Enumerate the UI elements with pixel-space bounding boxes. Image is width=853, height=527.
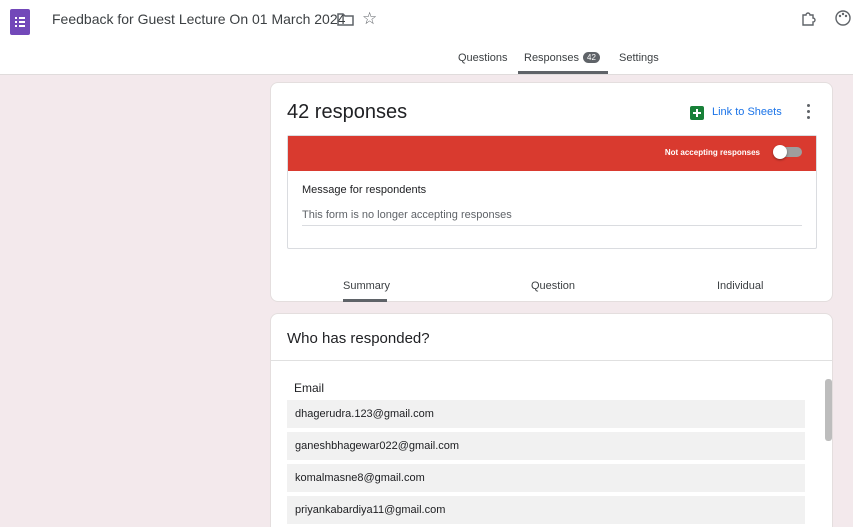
message-input-underline [302, 225, 802, 226]
folder-icon[interactable] [337, 13, 354, 26]
more-options-icon[interactable] [807, 104, 811, 120]
table-row[interactable]: ganeshbhagewar022@gmail.com [287, 432, 805, 460]
subtab-question[interactable]: Question [531, 280, 575, 292]
email-cell: ganeshbhagewar022@gmail.com [295, 440, 460, 452]
email-cell: priyankabardiya11@gmail.com [295, 504, 446, 516]
subtab-individual[interactable]: Individual [717, 280, 763, 292]
form-title[interactable]: Feedback for Guest Lecture On 01 March 2… [52, 11, 345, 27]
link-to-sheets-button[interactable]: Link to Sheets [712, 106, 782, 118]
responses-summary-card: 42 responses Link to Sheets Not acceptin… [270, 82, 833, 302]
email-column-header: Email [294, 381, 325, 395]
table-row[interactable]: priyankabardiya11@gmail.com [287, 496, 805, 524]
forms-app-icon[interactable] [10, 9, 30, 35]
active-tab-indicator [518, 71, 608, 74]
app-header: Feedback for Guest Lecture On 01 March 2… [0, 0, 853, 75]
email-cell: dhagerudra.123@gmail.com [295, 408, 434, 420]
tab-settings[interactable]: Settings [619, 52, 659, 64]
email-cell: komalmasne8@gmail.com [295, 472, 425, 484]
accepting-responses-toggle[interactable] [773, 145, 802, 159]
not-accepting-banner: Not accepting responses [288, 136, 816, 171]
scrollbar[interactable] [825, 379, 832, 441]
accepting-responses-label: Not accepting responses [664, 148, 760, 157]
tab-responses[interactable]: Responses 42 [524, 52, 600, 64]
respondents-card: Who has responded? Email dhagerudra.123@… [270, 313, 833, 527]
sheets-icon[interactable] [690, 106, 704, 120]
message-input[interactable]: This form is no longer accepting respons… [302, 209, 512, 221]
respondent-message-box: Not accepting responses Message for resp… [287, 135, 817, 249]
respondents-title: Who has responded? [287, 330, 430, 347]
palette-icon[interactable] [834, 9, 852, 27]
table-row[interactable]: dhagerudra.123@gmail.com [287, 400, 805, 428]
response-count-badge: 42 [583, 52, 600, 63]
tab-questions[interactable]: Questions [458, 52, 508, 64]
subtab-summary[interactable]: Summary [343, 280, 390, 292]
star-icon[interactable]: ☆ [362, 9, 377, 29]
message-label: Message for respondents [302, 184, 427, 196]
addon-icon[interactable] [800, 9, 818, 27]
tab-responses-label: Responses [524, 52, 580, 64]
toggle-knob [773, 145, 787, 159]
active-subtab-indicator [343, 299, 387, 302]
divider [271, 360, 832, 361]
tab-questions-label: Questions [458, 52, 508, 64]
tab-settings-label: Settings [619, 52, 659, 64]
table-row[interactable]: komalmasne8@gmail.com [287, 464, 805, 492]
response-count-heading: 42 responses [287, 101, 408, 123]
